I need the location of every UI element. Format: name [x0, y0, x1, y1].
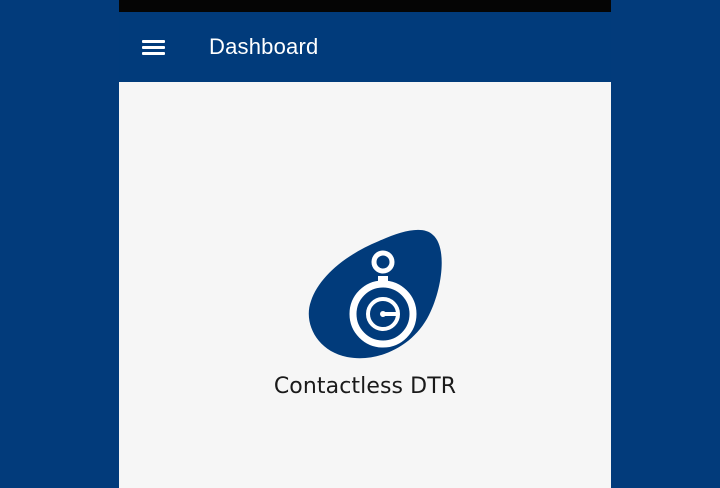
phone-screen: Dashboard Contactless DTR — [119, 0, 611, 488]
logo-blob — [308, 229, 442, 359]
status-bar — [119, 0, 611, 12]
logo-center — [380, 311, 386, 317]
dashboard-content: Contactless DTR — [119, 82, 611, 488]
hamburger-menu-icon[interactable] — [135, 32, 171, 62]
page-title: Dashboard — [209, 34, 319, 59]
contactless-dtr-logo-icon — [308, 229, 442, 359]
app-name-label: Contactless DTR — [273, 374, 457, 399]
app-bar: Dashboard — [119, 12, 611, 82]
outer-background: Dashboard Contactless DTR — [0, 0, 720, 488]
